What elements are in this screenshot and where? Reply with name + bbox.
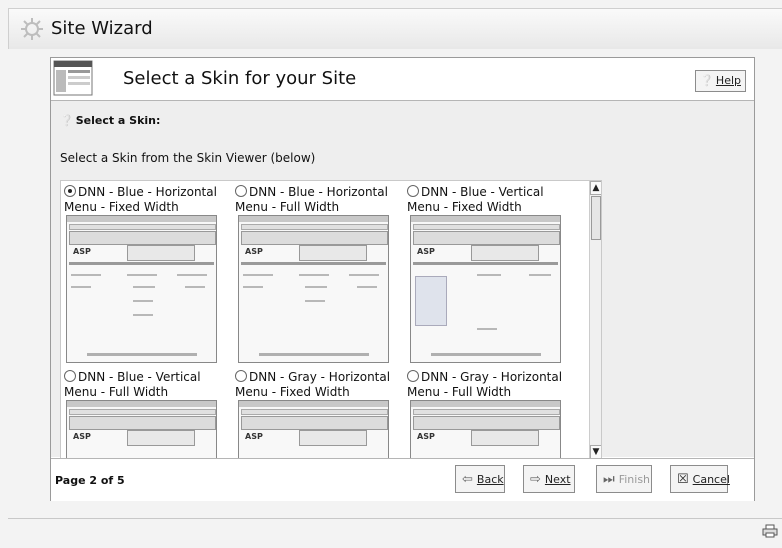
window-title: Site Wizard — [51, 18, 153, 39]
skin-option[interactable]: DNN - Blue - Vertical Menu - Full Width — [64, 370, 232, 400]
skin-option-label[interactable]: DNN - Blue - Horizontal Menu - Fixed Widt… — [64, 185, 232, 215]
finish-icon: ⏭ — [603, 471, 615, 487]
wizard-panel: Select a Skin for your Site ❔ Help ❔ Sel… — [50, 57, 755, 501]
next-label: Next — [544, 472, 571, 486]
skin-thumbnail[interactable]: ASP — [66, 215, 217, 363]
cancel-label: Cancel — [692, 472, 730, 486]
skin-viewer: DNN - Blue - Horizontal Menu - Fixed Widt… — [60, 180, 602, 460]
skin-viewer-scrollbar[interactable]: ▲ ▼ — [589, 181, 601, 459]
divider — [8, 518, 782, 519]
wizard-header: Select a Skin for your Site ❔ Help — [51, 58, 754, 101]
next-button[interactable]: ⇨ Next — [523, 465, 575, 493]
select-skin-heading: ❔ Select a Skin: — [60, 114, 160, 127]
skin-option-label[interactable]: DNN - Blue - Horizontal Menu - Full Width — [235, 185, 403, 215]
skin-thumbnail[interactable]: ASP — [410, 215, 561, 363]
skin-option[interactable]: DNN - Blue - Horizontal Menu - Full Width — [235, 185, 403, 215]
skin-radio[interactable] — [64, 370, 76, 382]
skin-option-label[interactable]: DNN - Gray - Horizontal Menu - Fixed Widt… — [235, 370, 403, 400]
finish-label: Finish — [618, 472, 651, 486]
scroll-up-icon[interactable]: ▲ — [590, 181, 601, 195]
skin-radio[interactable] — [235, 370, 247, 382]
skin-thumbnail[interactable]: ASP — [238, 215, 389, 363]
back-label: Back — [476, 472, 504, 486]
skin-radio[interactable] — [64, 185, 76, 197]
printer-icon[interactable] — [762, 524, 778, 538]
skin-option[interactable]: DNN - Blue - Vertical Menu - Fixed Width — [407, 185, 575, 215]
skin-thumbnail[interactable]: ASP — [410, 400, 561, 459]
select-skin-heading-label: Select a Skin: — [75, 114, 161, 127]
help-button[interactable]: ❔ Help — [695, 70, 746, 92]
skin-radio[interactable] — [407, 185, 419, 197]
scrollbar-thumb[interactable] — [591, 196, 601, 240]
gear-icon — [21, 18, 43, 40]
page-indicator: Page 2 of 5 — [55, 474, 125, 487]
scroll-down-icon[interactable]: ▼ — [590, 445, 601, 459]
wizard-footer: Page 2 of 5 ⇦ Back ⇨ Next ⏭ Finish ☒ Can… — [51, 458, 754, 501]
finish-button[interactable]: ⏭ Finish — [596, 465, 652, 493]
back-arrow-icon: ⇦ — [462, 471, 473, 487]
help-label: Help — [715, 74, 741, 87]
wizard-body: ❔ Select a Skin: Select a Skin from the … — [51, 101, 754, 460]
skin-radio[interactable] — [407, 370, 419, 382]
help-icon[interactable]: ❔ — [60, 114, 74, 127]
skin-option[interactable]: DNN - Blue - Horizontal Menu - Fixed Widt… — [64, 185, 232, 215]
cancel-x-icon: ☒ — [677, 471, 689, 487]
next-arrow-icon: ⇨ — [530, 471, 541, 487]
help-icon: ❔ — [700, 74, 714, 87]
skin-option[interactable]: DNN - Gray - Horizontal Menu - Fixed Widt… — [235, 370, 403, 400]
skin-option-label[interactable]: DNN - Blue - Vertical Menu - Fixed Width — [407, 185, 575, 215]
skin-page-icon — [53, 60, 93, 96]
back-button[interactable]: ⇦ Back — [455, 465, 505, 493]
skin-option-label[interactable]: DNN - Blue - Vertical Menu - Full Width — [64, 370, 232, 400]
skin-option-label[interactable]: DNN - Gray - Horizontal Menu - Full Width — [407, 370, 575, 400]
wizard-title: Select a Skin for your Site — [123, 68, 357, 89]
cancel-button[interactable]: ☒ Cancel — [670, 465, 730, 493]
skin-thumbnail[interactable]: ASP — [66, 400, 217, 459]
instruction-text: Select a Skin from the Skin Viewer (belo… — [60, 151, 316, 165]
skin-radio[interactable] — [235, 185, 247, 197]
skin-thumbnail[interactable]: ASP — [238, 400, 389, 459]
title-bar: Site Wizard — [8, 8, 782, 49]
skin-option[interactable]: DNN - Gray - Horizontal Menu - Full Width — [407, 370, 575, 400]
